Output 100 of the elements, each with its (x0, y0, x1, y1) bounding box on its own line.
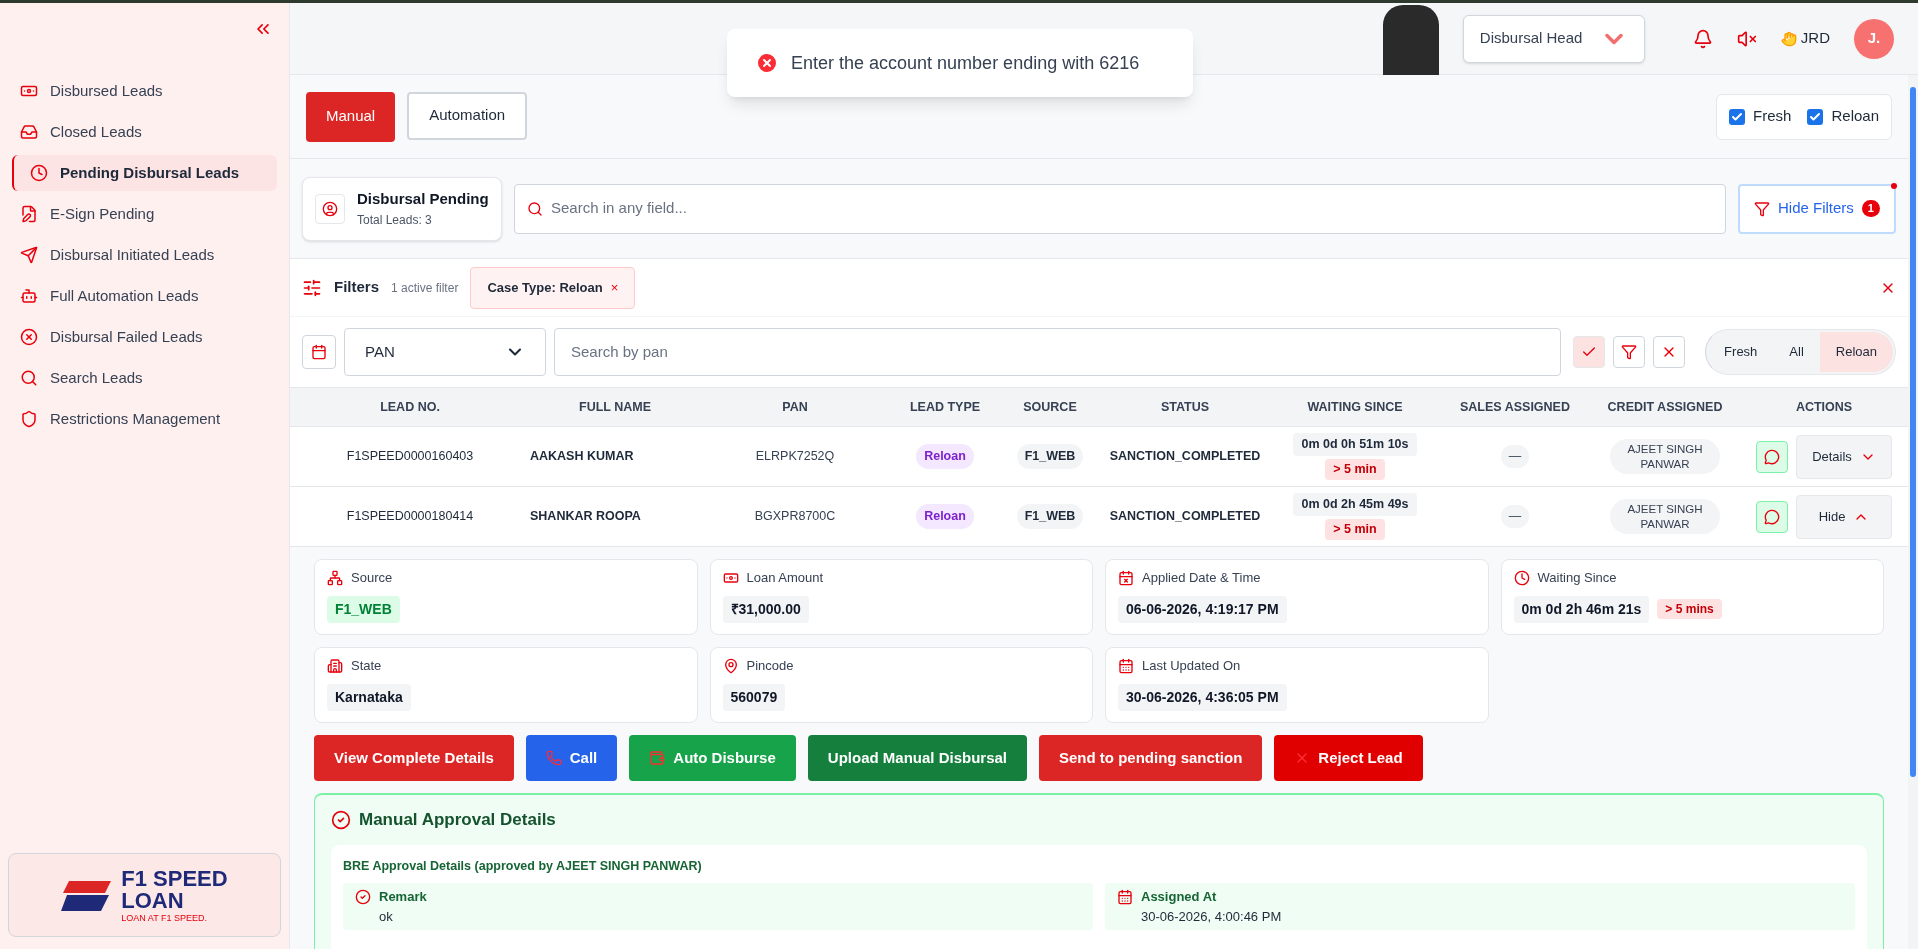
field-label: Assigned At (1141, 888, 1218, 907)
detail-value: Karnataka (327, 683, 411, 711)
calendar-icon (311, 344, 327, 360)
approval-subtitle: BRE Approval Details (approved by AJEET SINGH PANWAR) (343, 857, 703, 875)
user-circle-icon (322, 200, 338, 217)
mode-tab[interactable]: Manual (306, 91, 396, 142)
overdue-tag: > 5 mins (1657, 599, 1722, 619)
brand-tagline: LOAN AT F1 SPEED. (121, 913, 208, 923)
source-tag: F1_WEB (1016, 444, 1084, 469)
action-button[interactable]: Send to pending sanction (1039, 735, 1263, 781)
file-pen-icon (20, 205, 38, 223)
role-dropdown[interactable]: Disbursal Head (1462, 14, 1645, 63)
sidebar-item[interactable]: Search Leads (12, 360, 277, 396)
credit-assigned-tag: AJEET SINGH PANWAR (1610, 439, 1720, 474)
detail-label: Waiting Since (1537, 569, 1617, 587)
search-field[interactable]: Search in any field... (514, 183, 1726, 234)
sales-assigned-tag: — (1500, 505, 1530, 528)
clock-icon (30, 164, 48, 182)
inbox-icon (20, 123, 38, 141)
funnel-icon (1754, 200, 1770, 217)
action-button[interactable]: Upload Manual Disbursal (807, 735, 1027, 781)
field-value: 30-06-2026, 4:00:46 PM (1141, 907, 1282, 926)
table-cell-text: F1SPEED0000160403 (345, 448, 475, 466)
segment-tab[interactable]: All (1773, 332, 1820, 372)
clock-icon (1513, 569, 1530, 586)
table-cell-text: BGXPR8700C (753, 508, 837, 526)
sidebar-item[interactable]: Disbursal Initiated Leads (12, 237, 277, 273)
table-cell-text: SANCTION_COMPLETED (1108, 448, 1262, 466)
overdue-tag: > 5 min (1325, 519, 1385, 540)
overdue-tag: > 5 min (1325, 459, 1385, 480)
table-row[interactable]: F1SPEED0000160403 AAKASH KUMAR ELRPK7252Q Reloan F1_WEB SANCTION_COMPLETED 0m 0d 0h 51m 10s > 5 min — AJEET SINGH PANWAR Details (290, 427, 1908, 487)
filter-chip[interactable]: Case Type: Reloan × (470, 266, 636, 309)
hide-filters-button[interactable]: Hide Filters 1 (1738, 183, 1896, 234)
check-circle-icon (355, 889, 371, 906)
calendar-x-icon (1118, 569, 1134, 586)
robot-icon (20, 287, 38, 305)
action-button[interactable]: Call (525, 735, 618, 781)
detail-value: F1_WEB (327, 595, 400, 623)
pan-search-input[interactable]: Search by pan (571, 340, 1545, 364)
funnel-icon (1621, 344, 1638, 360)
detail-value: 0m 0d 2h 46m 21s (1513, 595, 1650, 623)
checkbox[interactable] (1807, 108, 1824, 125)
chat-bubble-icon (1764, 508, 1780, 525)
detail-label: Source (351, 569, 393, 587)
clear-button[interactable] (1653, 336, 1686, 368)
calendar-button[interactable] (302, 335, 336, 369)
shield-icon (20, 410, 38, 428)
column-header: SOURCE (1022, 398, 1078, 416)
sidebar-item[interactable]: Pending Disbursal Leads (12, 155, 277, 191)
detail-value: 30-06-2026, 4:36:05 PM (1118, 683, 1287, 711)
segment-tab[interactable]: Reloan (1819, 332, 1893, 372)
filter-button[interactable] (1613, 336, 1646, 368)
column-header: WAITING SINCE (1306, 398, 1404, 416)
active-filter-count: 1 active filter (391, 279, 459, 297)
scrollbar[interactable] (1908, 75, 1918, 949)
filter-count-badge: 1 (1861, 200, 1880, 217)
column-header: ACTIONS (1794, 398, 1854, 416)
column-header: LEAD TYPE (908, 398, 982, 416)
search-input[interactable]: Search in any field... (551, 197, 1713, 220)
pan-search-field[interactable]: Search by pan (554, 328, 1562, 376)
checkbox[interactable] (1729, 108, 1746, 125)
sidebar-item[interactable]: Disbursed Leads (12, 73, 277, 109)
sidebar-item[interactable]: E-Sign Pending (12, 196, 277, 232)
notification-bell-icon[interactable] (1692, 28, 1713, 49)
sidebar-item[interactable]: Full Automation Leads (12, 278, 277, 314)
action-button[interactable]: View Complete Details (314, 735, 514, 781)
toast-message: Enter the account number ending with 6216 (791, 51, 1140, 75)
row-toggle-button[interactable]: Hide (1796, 494, 1892, 539)
sidebar-item[interactable]: Disbursal Failed Leads (12, 319, 277, 355)
muted-speaker-icon[interactable] (1736, 28, 1757, 49)
waiting-time: 0m 0d 0h 51m 10s (1293, 433, 1417, 456)
detail-label: Loan Amount (746, 569, 824, 587)
column-header: PAN (781, 398, 809, 416)
sidebar-item[interactable]: Restrictions Management (12, 401, 277, 437)
chip-remove[interactable]: × (610, 277, 619, 298)
brand-name: LOAN (121, 889, 185, 912)
paper-plane-icon (20, 246, 38, 264)
mode-tab[interactable]: Automation (407, 91, 528, 140)
search-icon (20, 369, 38, 387)
segment-tab[interactable]: Fresh (1708, 332, 1774, 372)
hand-icon (1780, 30, 1797, 47)
sales-assigned-tag: — (1500, 445, 1530, 468)
detail-label: Applied Date & Time (1142, 569, 1261, 587)
column-header: LEAD NO. (379, 398, 441, 416)
table-row[interactable]: F1SPEED0000180414 SHANKAR ROOPA BGXPR8700C Reloan F1_WEB SANCTION_COMPLETED 0m 0d 2h 45m 49s > 5 min — AJEET SINGH PANWAR Hide (290, 487, 1908, 547)
action-button[interactable]: Reject Lead (1274, 735, 1423, 781)
lead-type-tag: Reloan (916, 504, 974, 529)
table-cell-text: ELRPK7252Q (754, 448, 836, 466)
sidebar-item[interactable]: Closed Leads (12, 114, 277, 150)
field-select[interactable]: PAN (344, 328, 546, 376)
chat-bubble-icon (1764, 448, 1780, 465)
credit-assigned-tag: AJEET SINGH PANWAR (1610, 499, 1720, 534)
row-toggle-button[interactable]: Details (1796, 434, 1892, 479)
comment-button[interactable] (1756, 500, 1788, 533)
comment-button[interactable] (1756, 440, 1788, 473)
apply-button[interactable] (1573, 336, 1606, 368)
circle-x-icon (20, 328, 38, 346)
approval-title: Manual Approval Details (359, 809, 556, 831)
summary-count: Total Leads: 3 (357, 211, 433, 229)
detail-value: 06-06-2026, 4:19:17 PM (1118, 595, 1287, 623)
